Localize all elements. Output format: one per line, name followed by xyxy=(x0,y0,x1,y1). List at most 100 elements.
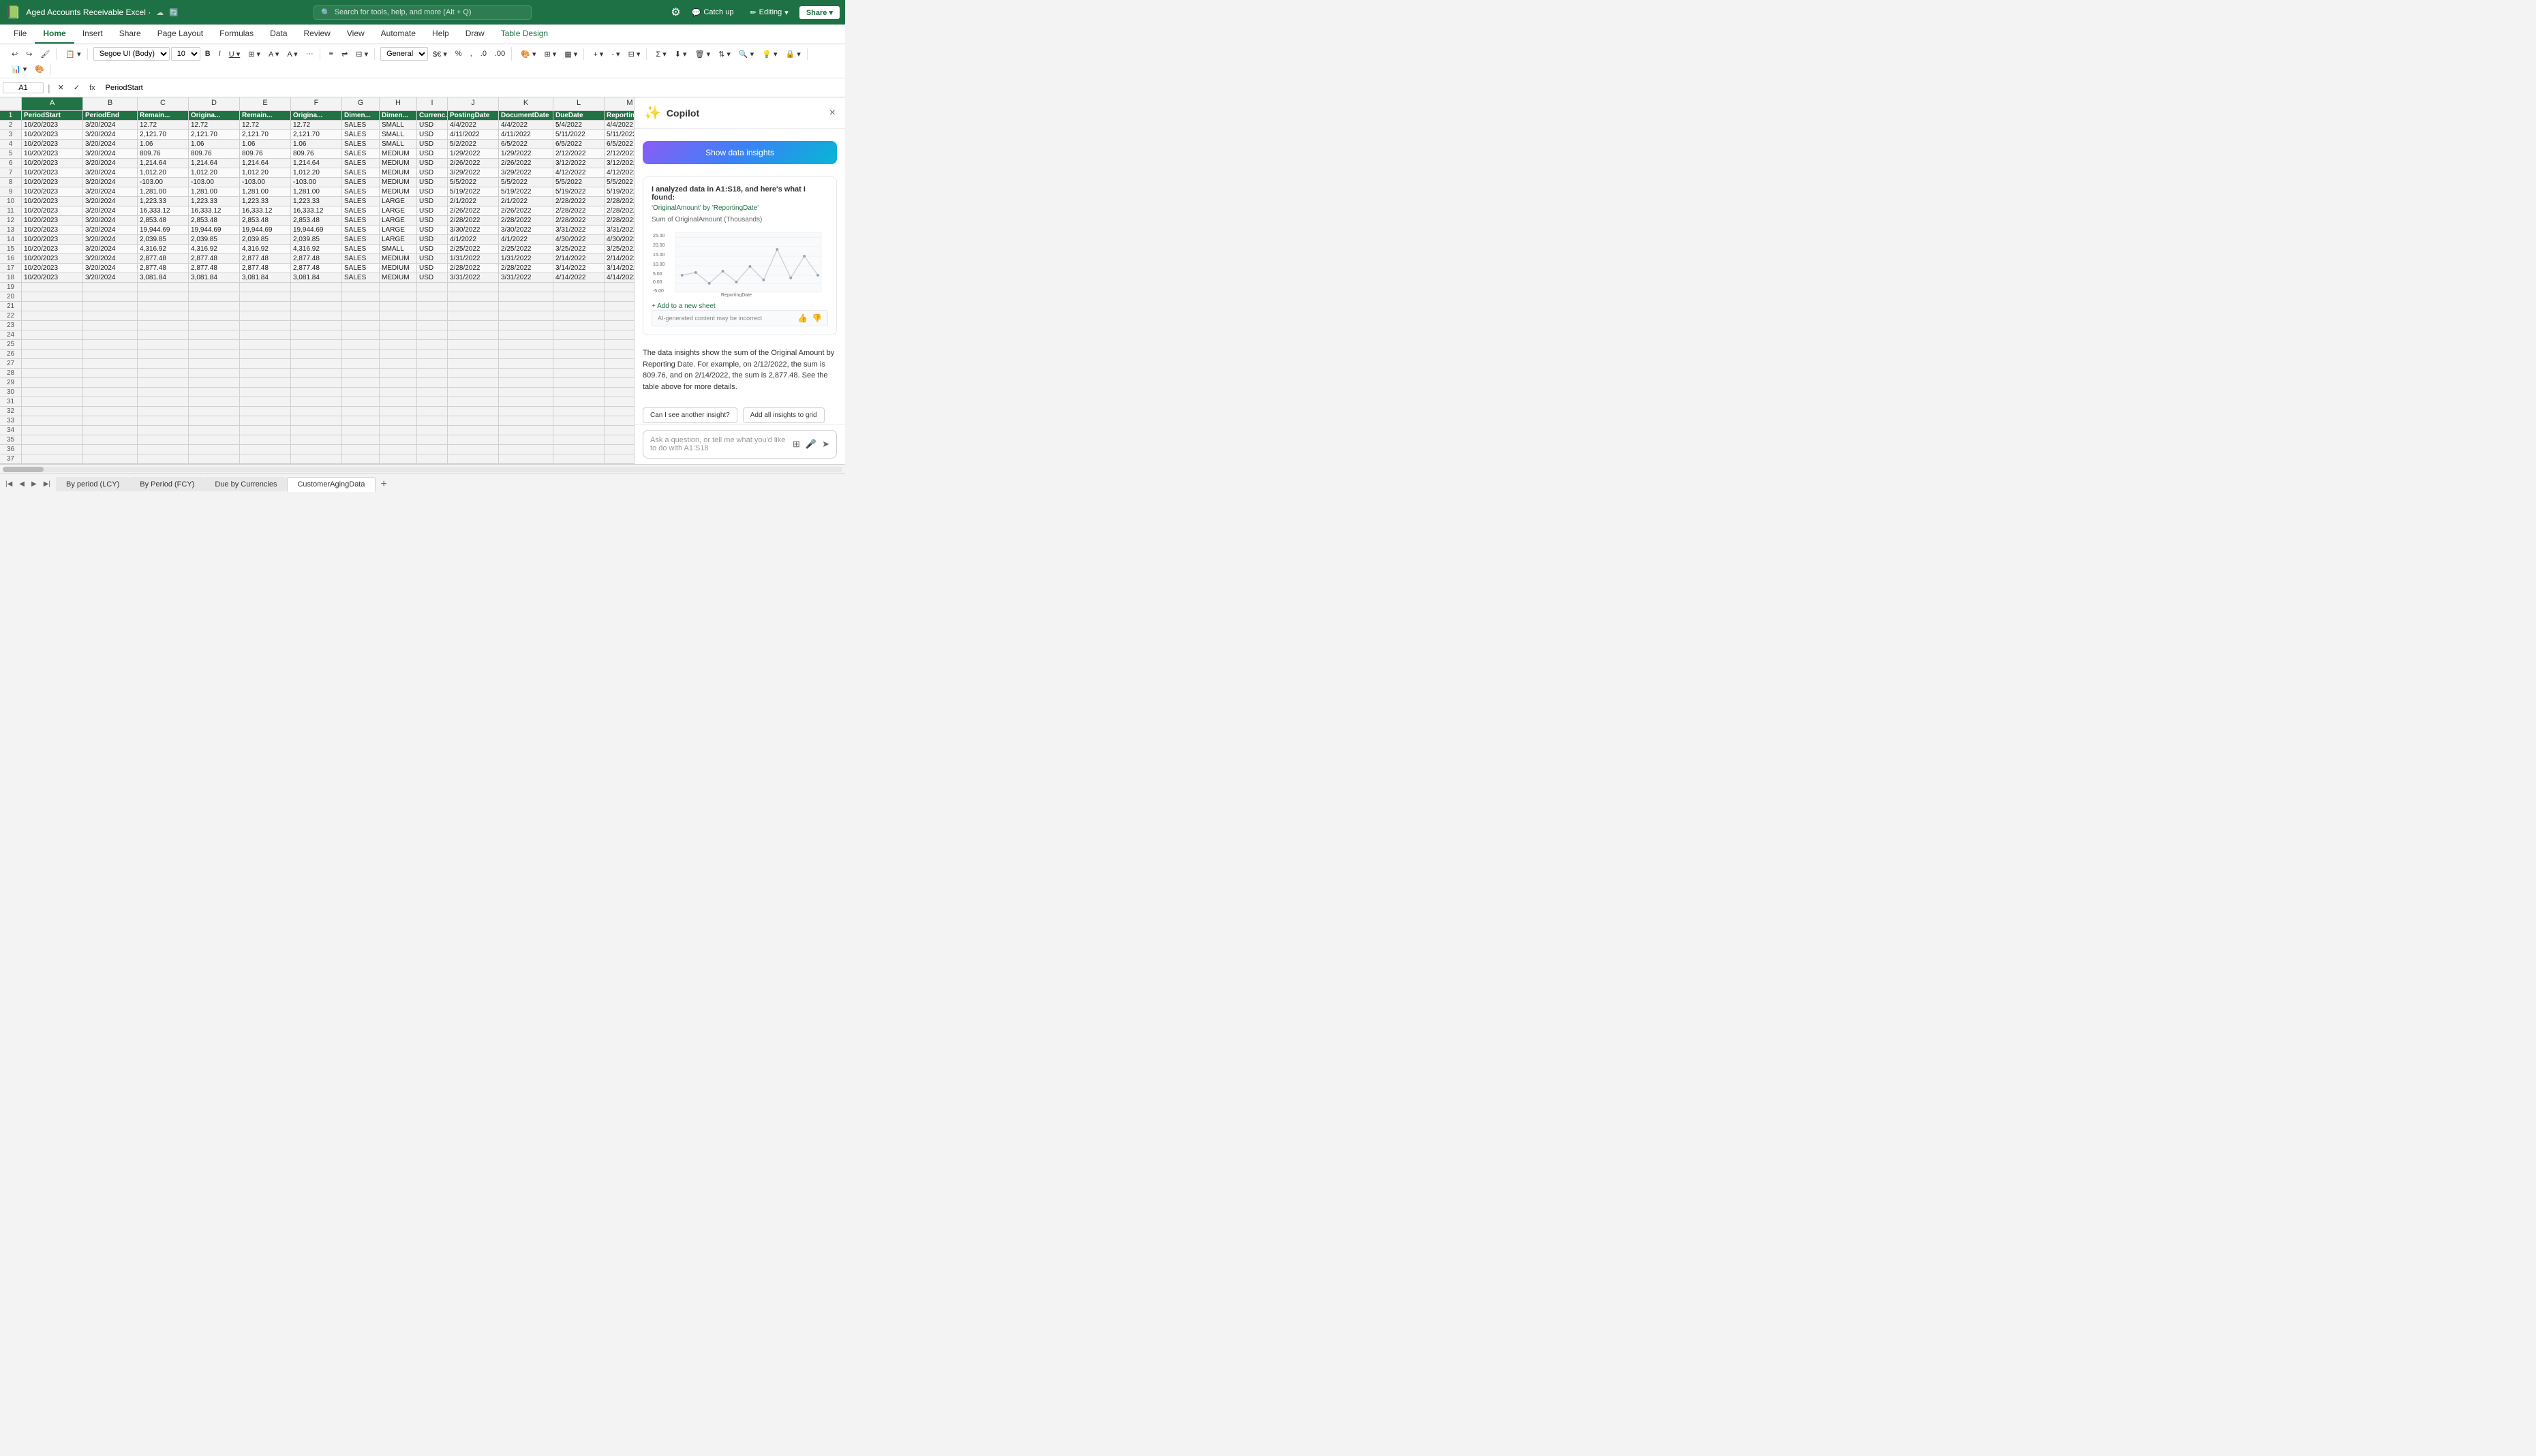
cell-B6[interactable]: 3/20/2024 xyxy=(83,159,138,168)
empty-cell-31-0[interactable] xyxy=(22,397,83,407)
empty-cell-23-10[interactable] xyxy=(499,321,553,330)
cell-m1[interactable]: Reportin... xyxy=(605,111,634,121)
cell-H2[interactable]: SMALL xyxy=(380,121,417,130)
tab-draw[interactable]: Draw xyxy=(457,25,493,44)
empty-cell-24-4[interactable] xyxy=(240,330,291,340)
cell-E9[interactable]: 1,281.00 xyxy=(240,187,291,197)
cell-styles-button[interactable]: ▦ ▾ xyxy=(561,48,581,60)
empty-cell-30-10[interactable] xyxy=(499,388,553,397)
empty-cell-35-11[interactable] xyxy=(553,435,605,445)
cell-B12[interactable]: 3/20/2024 xyxy=(83,216,138,226)
tab-table-design[interactable]: Table Design xyxy=(493,25,556,44)
cell-F12[interactable]: 2,853.48 xyxy=(291,216,342,226)
cell-L9[interactable]: 5/19/2022 xyxy=(553,187,605,197)
empty-cell-21-9[interactable] xyxy=(448,302,499,311)
empty-cell-34-3[interactable] xyxy=(189,426,240,435)
empty-cell-19-2[interactable] xyxy=(138,283,189,292)
cell-B9[interactable]: 3/20/2024 xyxy=(83,187,138,197)
empty-cell-28-1[interactable] xyxy=(83,369,138,378)
font-family-select[interactable]: Segoe UI (Body) xyxy=(93,47,170,61)
empty-cell-25-12[interactable] xyxy=(605,340,634,350)
cell-I8[interactable]: USD xyxy=(417,178,448,187)
empty-cell-37-9[interactable] xyxy=(448,454,499,464)
cell-F8[interactable]: -103.00 xyxy=(291,178,342,187)
empty-cell-25-6[interactable] xyxy=(342,340,380,350)
empty-cell-23-5[interactable] xyxy=(291,321,342,330)
empty-cell-30-7[interactable] xyxy=(380,388,417,397)
cell-K8[interactable]: 5/5/2022 xyxy=(499,178,553,187)
cell-K7[interactable]: 3/29/2022 xyxy=(499,168,553,178)
empty-cell-25-5[interactable] xyxy=(291,340,342,350)
cell-K6[interactable]: 2/26/2022 xyxy=(499,159,553,168)
cell-D11[interactable]: 16,333.12 xyxy=(189,206,240,216)
tab-help[interactable]: Help xyxy=(424,25,457,44)
cell-L4[interactable]: 6/5/2022 xyxy=(553,140,605,149)
empty-cell-27-3[interactable] xyxy=(189,359,240,369)
cell-K11[interactable]: 2/26/2022 xyxy=(499,206,553,216)
empty-cell-28-7[interactable] xyxy=(380,369,417,378)
empty-cell-32-10[interactable] xyxy=(499,407,553,416)
empty-cell-34-9[interactable] xyxy=(448,426,499,435)
sheet-nav-prev[interactable]: ◀ xyxy=(16,479,27,489)
empty-cell-36-0[interactable] xyxy=(22,445,83,454)
cell-I12[interactable]: USD xyxy=(417,216,448,226)
cell-J16[interactable]: 1/31/2022 xyxy=(448,254,499,264)
cell-B2[interactable]: 3/20/2024 xyxy=(83,121,138,130)
empty-cell-24-12[interactable] xyxy=(605,330,634,340)
cell-B18[interactable]: 3/20/2024 xyxy=(83,273,138,283)
empty-cell-32-2[interactable] xyxy=(138,407,189,416)
empty-cell-36-6[interactable] xyxy=(342,445,380,454)
empty-cell-34-5[interactable] xyxy=(291,426,342,435)
empty-cell-23-9[interactable] xyxy=(448,321,499,330)
cell-J17[interactable]: 2/28/2022 xyxy=(448,264,499,273)
empty-cell-19-4[interactable] xyxy=(240,283,291,292)
sheet-tab-by-period-lcy[interactable]: By period (LCY) xyxy=(56,477,129,491)
empty-cell-24-9[interactable] xyxy=(448,330,499,340)
tab-insert[interactable]: Insert xyxy=(74,25,111,44)
col-header-f[interactable]: F xyxy=(291,97,342,110)
cell-J5[interactable]: 1/29/2022 xyxy=(448,149,499,159)
borders-button[interactable]: ⊞ ▾ xyxy=(245,48,264,60)
more-button[interactable]: ··· xyxy=(303,48,317,59)
empty-cell-37-10[interactable] xyxy=(499,454,553,464)
empty-cell-37-0[interactable] xyxy=(22,454,83,464)
cell-g1[interactable]: Dimen... xyxy=(342,111,380,121)
empty-cell-30-4[interactable] xyxy=(240,388,291,397)
cell-H18[interactable]: MEDIUM xyxy=(380,273,417,283)
cell-I7[interactable]: USD xyxy=(417,168,448,178)
col-header-m[interactable]: M xyxy=(605,97,634,110)
empty-cell-23-4[interactable] xyxy=(240,321,291,330)
empty-cell-26-6[interactable] xyxy=(342,350,380,359)
font-color-button[interactable]: A ▾ xyxy=(284,48,301,60)
fill-color-button[interactable]: A ▾ xyxy=(265,48,282,60)
empty-cell-30-1[interactable] xyxy=(83,388,138,397)
add-all-insights-button[interactable]: Add all insights to grid xyxy=(743,407,825,423)
cell-J12[interactable]: 2/28/2022 xyxy=(448,216,499,226)
empty-cell-33-12[interactable] xyxy=(605,416,634,426)
cell-F7[interactable]: 1,012.20 xyxy=(291,168,342,178)
empty-cell-31-10[interactable] xyxy=(499,397,553,407)
empty-cell-27-1[interactable] xyxy=(83,359,138,369)
empty-cell-19-10[interactable] xyxy=(499,283,553,292)
empty-cell-29-5[interactable] xyxy=(291,378,342,388)
mic-icon[interactable]: 🎤 xyxy=(806,439,816,450)
cell-C10[interactable]: 1,223.33 xyxy=(138,197,189,206)
empty-cell-27-6[interactable] xyxy=(342,359,380,369)
empty-cell-34-4[interactable] xyxy=(240,426,291,435)
empty-cell-26-11[interactable] xyxy=(553,350,605,359)
empty-cell-22-0[interactable] xyxy=(22,311,83,321)
cell-M11[interactable]: 2/28/2022 xyxy=(605,206,634,216)
cell-H13[interactable]: LARGE xyxy=(380,226,417,235)
tab-data[interactable]: Data xyxy=(262,25,295,44)
empty-cell-23-11[interactable] xyxy=(553,321,605,330)
empty-cell-26-5[interactable] xyxy=(291,350,342,359)
empty-cell-25-3[interactable] xyxy=(189,340,240,350)
catchup-button[interactable]: 💬 Catch up xyxy=(686,7,739,18)
empty-cell-33-8[interactable] xyxy=(417,416,448,426)
cell-G15[interactable]: SALES xyxy=(342,245,380,254)
empty-cell-25-10[interactable] xyxy=(499,340,553,350)
empty-cell-35-3[interactable] xyxy=(189,435,240,445)
empty-cell-36-12[interactable] xyxy=(605,445,634,454)
cell-E5[interactable]: 809.76 xyxy=(240,149,291,159)
cell-D14[interactable]: 2,039.85 xyxy=(189,235,240,245)
